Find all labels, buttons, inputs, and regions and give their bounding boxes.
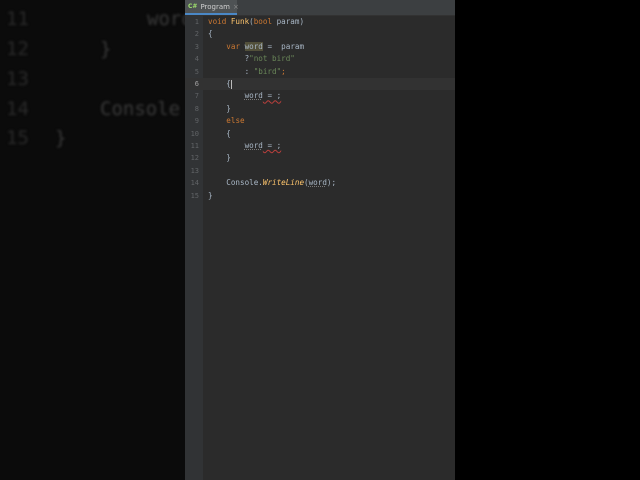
code-text[interactable]: void Funk(bool param) [208, 16, 304, 28]
line-number: 9 [194, 117, 199, 126]
line-number: 3 [194, 42, 199, 51]
code-token: param) [276, 17, 305, 26]
line-number: 13 [190, 166, 199, 175]
code-token: var [226, 41, 245, 51]
tab-program[interactable]: C# Program × [185, 0, 239, 15]
line-number: 4 [194, 55, 199, 64]
background-zoomed-code: 11 12 13 14 15 word } Console } [0, 0, 185, 480]
code-token: { [208, 29, 213, 39]
csharp-file-icon: C# [188, 3, 198, 10]
code-line[interactable]: 5 : "bird"; [185, 66, 455, 78]
code-text[interactable]: var word = param [208, 41, 304, 53]
bg-code-fragment: } [55, 127, 67, 149]
code-token: { [208, 128, 231, 138]
code-token: Console. [208, 178, 263, 188]
code-token: = ; [262, 91, 282, 101]
line-number: 14 [190, 179, 199, 188]
line-number: 10 [190, 129, 199, 138]
code-token: WriteLine [262, 178, 305, 188]
code-line[interactable]: 12 } [185, 152, 455, 164]
code-text[interactable]: word = ; [208, 90, 282, 102]
code-token: } [208, 153, 231, 163]
line-number: 7 [194, 92, 199, 101]
line-number: 12 [190, 154, 199, 163]
code-token: ? [208, 54, 250, 64]
code-token: = ; [262, 141, 282, 150]
line-number: 5 [194, 67, 199, 76]
code-text[interactable]: { [208, 78, 232, 90]
code-token: word [244, 91, 263, 101]
code-line[interactable]: 8 } [185, 103, 455, 115]
code-token: } [208, 190, 213, 200]
tab-label: Program [200, 2, 230, 11]
code-token: "bird" [253, 66, 282, 76]
code-token: : [208, 66, 254, 76]
code-text[interactable]: { [208, 128, 231, 140]
code-token: ); [326, 178, 337, 188]
code-text[interactable]: { [208, 28, 213, 40]
code-token: ; [281, 66, 286, 76]
code-line[interactable]: 15} [185, 190, 455, 202]
bg-code-fragment: Console [100, 98, 181, 120]
code-text[interactable]: else [208, 115, 245, 127]
code-token: bool [253, 17, 277, 26]
bg-code-fragment: } [100, 38, 112, 60]
line-number: 2 [194, 30, 199, 39]
line-number: 15 [190, 191, 199, 200]
code-token: = param [262, 41, 305, 51]
line-number: 1 [194, 18, 199, 26]
code-line[interactable]: 3 var word = param [185, 41, 455, 53]
bg-line-number: 15 [6, 127, 29, 149]
code-line[interactable]: 4 ?"not bird" [185, 53, 455, 65]
code-text[interactable]: } [208, 190, 213, 202]
code-line[interactable]: 1 void Funk(bool param) [185, 16, 455, 28]
line-number: 11 [190, 142, 199, 150]
code-line[interactable]: 14 Console.WriteLine(word); [185, 177, 455, 189]
code-text[interactable]: word = ; [208, 140, 282, 152]
code-line[interactable]: 13 [185, 165, 455, 177]
close-icon[interactable]: × [233, 3, 239, 11]
bg-line-number: 11 [6, 8, 29, 30]
code-token: "not bird" [249, 54, 295, 64]
code-text[interactable]: } [208, 152, 231, 164]
code-token: void [208, 17, 231, 26]
code-text[interactable]: } [208, 103, 231, 115]
code-line[interactable]: 2{ [185, 28, 455, 40]
code-text[interactable]: ?"not bird" [208, 53, 295, 65]
code-line[interactable]: 7 word = ; [185, 90, 455, 102]
bg-line-number: 13 [6, 68, 29, 90]
code-text[interactable]: Console.WriteLine(word); [208, 177, 336, 189]
code-token: word [244, 141, 263, 150]
bg-line-number: 12 [6, 38, 29, 60]
code-token: { [208, 79, 231, 88]
background-right [455, 0, 640, 480]
code-line[interactable]: 6 { [185, 78, 455, 91]
code-line[interactable]: 10 { [185, 128, 455, 140]
text-caret [230, 79, 232, 89]
code-line[interactable]: 9 else [185, 115, 455, 127]
code-token: Funk [230, 17, 250, 26]
code-text[interactable]: : "bird"; [208, 66, 286, 78]
code-token: word [308, 178, 327, 188]
line-number: 8 [194, 104, 199, 113]
bg-code-fragment: word [147, 8, 185, 30]
code-editor[interactable]: C# Program × 1 void Funk(bool param) 2{3 v… [185, 0, 455, 480]
code-token: } [208, 103, 231, 113]
code-token: else [226, 116, 245, 126]
editor-tab-bar: C# Program × [185, 0, 455, 16]
code-line[interactable]: 11 word = ; [185, 140, 455, 152]
line-number: 6 [194, 80, 199, 88]
bg-line-number: 14 [6, 98, 29, 120]
code-token: word [244, 41, 263, 51]
